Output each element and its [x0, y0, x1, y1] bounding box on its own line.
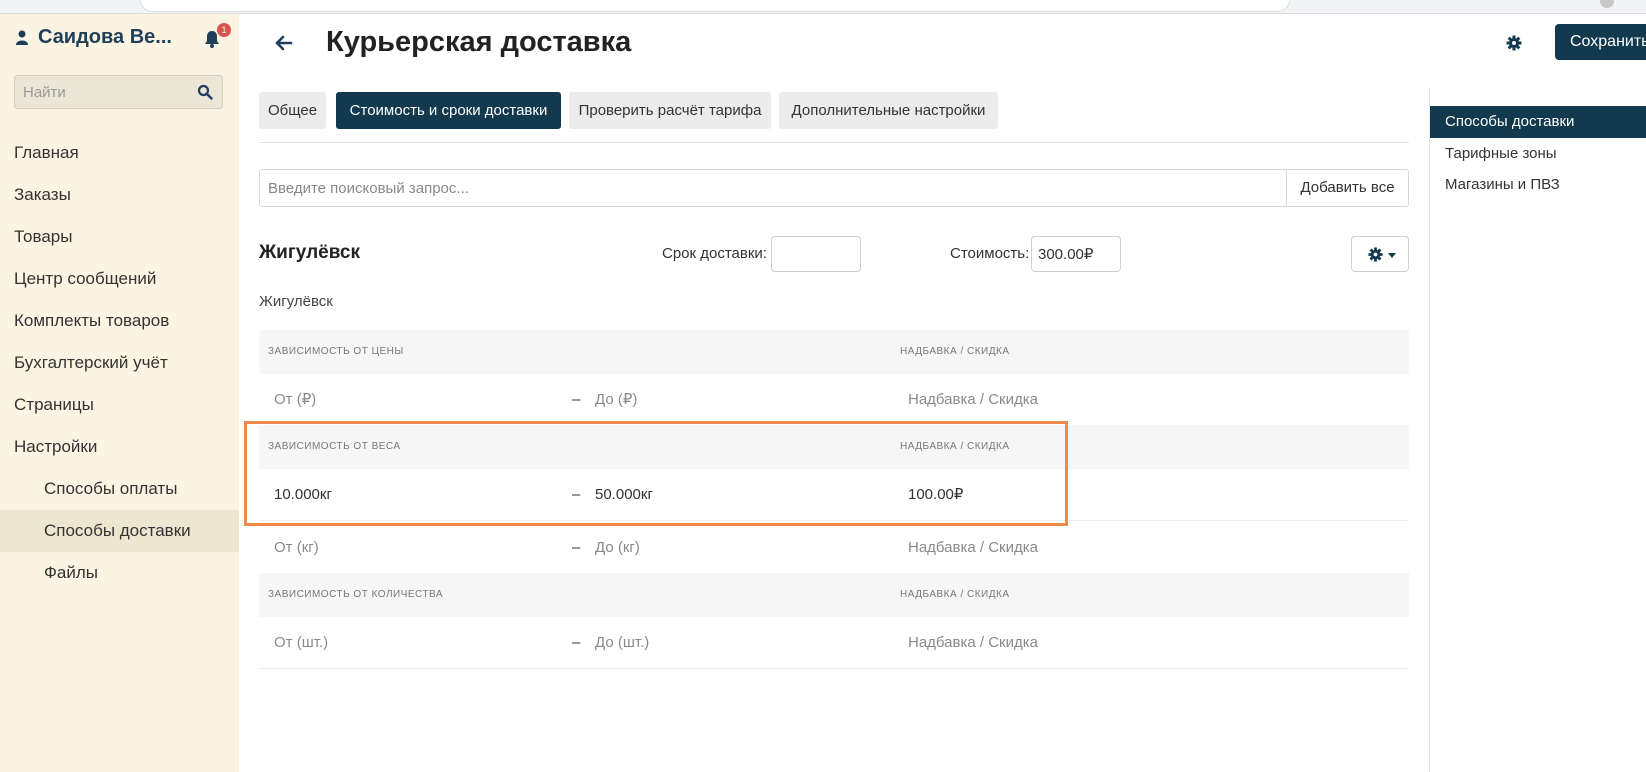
- sidebar-item-bundles[interactable]: Комплекты товаров: [0, 300, 239, 342]
- delivery-time-label: Срок доставки:: [662, 245, 767, 262]
- sidebar-search-input[interactable]: [21, 76, 181, 108]
- right-nav-delivery-methods[interactable]: Способы доставки: [1430, 106, 1646, 138]
- cost-field[interactable]: [1031, 236, 1121, 272]
- sidebar-search: [14, 75, 223, 109]
- right-panel: Способы доставки Тарифные зоны Магазины …: [1429, 88, 1646, 772]
- weight-to-field[interactable]: 50.000кг: [595, 469, 653, 521]
- delivery-time-field[interactable]: [771, 236, 861, 272]
- search-icon[interactable]: [197, 84, 213, 100]
- page-title: Курьерская доставка: [326, 26, 632, 58]
- user-icon: [16, 30, 28, 45]
- weight-to-field[interactable]: До (кг): [595, 522, 640, 574]
- markup-column-label: НАДБАВКА / СКИДКА: [900, 589, 1010, 600]
- weight-markup-field[interactable]: Надбавка / Скидка: [908, 522, 1038, 574]
- cost-label: Стоимость:: [950, 245, 1030, 262]
- browser-address-strip: [0, 0, 1646, 14]
- sidebar-item-payment-methods[interactable]: Способы оплаты: [0, 468, 239, 510]
- section-label: ЗАВИСИМОСТЬ ОТ КОЛИЧЕСТВА: [268, 589, 444, 600]
- range-dash: –: [572, 486, 581, 503]
- gear-icon[interactable]: [1506, 35, 1522, 51]
- markup-column-label: НАДБАВКА / СКИДКА: [900, 441, 1010, 452]
- sidebar-item-delivery-methods[interactable]: Способы доставки: [0, 510, 239, 552]
- price-markup-field[interactable]: Надбавка / Скидка: [908, 374, 1038, 426]
- chevron-down-icon: [1388, 253, 1396, 258]
- sidebar-item-pages[interactable]: Страницы: [0, 384, 239, 426]
- sidebar-item-accounting[interactable]: Бухгалтерский учёт: [0, 342, 239, 384]
- price-from-field[interactable]: От (₽): [274, 374, 316, 426]
- quantity-from-field[interactable]: От (шт.): [274, 617, 328, 669]
- sidebar-item-messages[interactable]: Центр сообщений: [0, 258, 239, 300]
- gear-icon: [1368, 247, 1383, 262]
- section-label: ЗАВИСИМОСТЬ ОТ ЦЕНЫ: [268, 346, 404, 357]
- sidebar-item-files[interactable]: Файлы: [0, 552, 239, 594]
- tab-divider: [259, 142, 1409, 143]
- range-dash: –: [572, 634, 581, 651]
- notification-badge: 1: [217, 23, 231, 37]
- weight-from-field[interactable]: От (кг): [274, 522, 319, 574]
- weight-dependency-header: ЗАВИСИМОСТЬ ОТ ВЕСА НАДБАВКА / СКИДКА: [259, 425, 1409, 469]
- quantity-to-field[interactable]: До (шт.): [595, 617, 649, 669]
- sidebar: Саидова Ве... 1 Главная Заказы Товары Це…: [0, 14, 239, 772]
- range-dash: –: [572, 391, 581, 408]
- save-button[interactable]: Сохранить: [1555, 24, 1646, 60]
- quantity-dependency-header: ЗАВИСИМОСТЬ ОТ КОЛИЧЕСТВА НАДБАВКА / СКИ…: [259, 573, 1409, 617]
- tab-general[interactable]: Общее: [259, 92, 326, 129]
- right-nav-stores-pickup[interactable]: Магазины и ПВЗ: [1430, 169, 1646, 201]
- table-row: От (кг) – До (кг) Надбавка / Скидка: [259, 522, 1409, 574]
- sidebar-item-products[interactable]: Товары: [0, 216, 239, 258]
- section-label: ЗАВИСИМОСТЬ ОТ ВЕСА: [268, 441, 401, 452]
- table-row: От (₽) – До (₽) Надбавка / Скидка: [259, 374, 1409, 426]
- city-settings-dropdown[interactable]: [1351, 236, 1409, 272]
- browser-address-bar[interactable]: [140, 0, 1290, 12]
- city-title: Жигулёвск: [259, 242, 361, 263]
- tab-additional-settings[interactable]: Дополнительные настройки: [779, 92, 998, 129]
- add-all-button[interactable]: Добавить все: [1286, 169, 1409, 207]
- sidebar-item-home[interactable]: Главная: [0, 132, 239, 174]
- back-arrow-icon[interactable]: [274, 33, 294, 53]
- search-query-input[interactable]: [259, 169, 1286, 207]
- quantity-markup-field[interactable]: Надбавка / Скидка: [908, 617, 1038, 669]
- city-subtitle: Жигулёвск: [259, 293, 333, 310]
- tab-check-tariff[interactable]: Проверить расчёт тарифа: [569, 92, 771, 129]
- markup-column-label: НАДБАВКА / СКИДКА: [900, 346, 1010, 357]
- sidebar-item-orders[interactable]: Заказы: [0, 174, 239, 216]
- right-nav-tariff-zones[interactable]: Тарифные зоны: [1430, 138, 1646, 170]
- user-menu[interactable]: Саидова Ве... 1: [14, 23, 231, 52]
- price-to-field[interactable]: До (₽): [595, 374, 637, 426]
- price-dependency-header: ЗАВИСИМОСТЬ ОТ ЦЕНЫ НАДБАВКА / СКИДКА: [259, 330, 1409, 374]
- profile-avatar-icon[interactable]: [1600, 0, 1614, 8]
- table-row: От (шт.) – До (шт.) Надбавка / Скидка: [259, 617, 1409, 669]
- sidebar-item-settings[interactable]: Настройки: [0, 426, 239, 468]
- weight-from-field[interactable]: 10.000кг: [274, 469, 332, 521]
- table-row: 10.000кг – 50.000кг 100.00₽: [259, 469, 1409, 521]
- user-name[interactable]: Саидова Ве...: [38, 26, 172, 49]
- tab-cost-and-terms[interactable]: Стоимость и сроки доставки: [336, 92, 561, 129]
- range-dash: –: [572, 539, 581, 556]
- weight-markup-field[interactable]: 100.00₽: [908, 469, 963, 521]
